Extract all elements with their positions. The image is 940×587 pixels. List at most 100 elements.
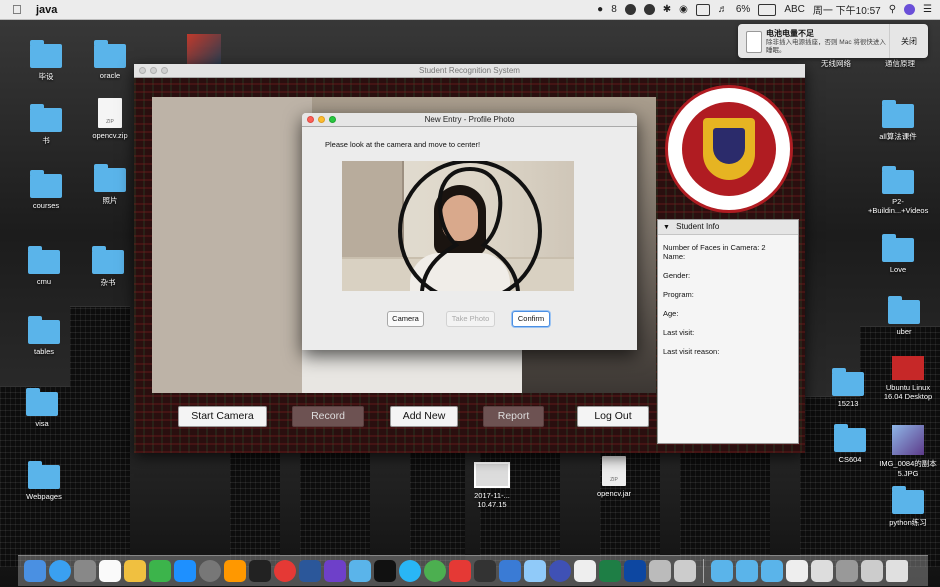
icon-label: 无线网络: [821, 59, 851, 68]
camera-button[interactable]: Camera: [387, 311, 424, 327]
dialog-title: New Entry - Profile Photo: [424, 115, 515, 124]
preview-icon[interactable]: [649, 560, 671, 582]
eclipse-icon[interactable]: [549, 560, 571, 582]
report-button[interactable]: Report: [483, 406, 544, 427]
low-battery-notification[interactable]: 电池电量不足 除非插入电源插座，否则 Mac 将很快进入睡眠。 关闭: [738, 24, 928, 58]
webstorm-icon[interactable]: [474, 560, 496, 582]
java-app-icon[interactable]: [574, 560, 596, 582]
downloads-folder-icon[interactable]: [761, 560, 783, 582]
safari-icon[interactable]: [49, 560, 71, 582]
github-icon[interactable]: [324, 560, 346, 582]
system-preferences-icon[interactable]: [199, 560, 221, 582]
pycharm-icon[interactable]: [249, 560, 271, 582]
desktop-book-image[interactable]: [174, 34, 234, 67]
desktop-folder-uber[interactable]: uber: [874, 296, 934, 336]
recent-image-icon[interactable]: [836, 560, 858, 582]
close-icon[interactable]: [139, 67, 146, 74]
maximize-icon[interactable]: [329, 116, 336, 123]
battery-icon[interactable]: [758, 3, 777, 16]
parallels-dock-icon[interactable]: [449, 560, 471, 582]
desktop-file-opencv-jar[interactable]: opencv.jar: [584, 456, 644, 498]
markdown-icon[interactable]: [399, 560, 421, 582]
recent-doc-icon[interactable]: [861, 560, 883, 582]
notification-close-button[interactable]: 关闭: [889, 24, 928, 58]
desktop-file-opencv-zip[interactable]: opencv.zip: [80, 98, 140, 140]
sublime-text-icon[interactable]: [224, 560, 246, 582]
recent-doc-icon[interactable]: [811, 560, 833, 582]
start-camera-button[interactable]: Start Camera: [178, 406, 267, 427]
siri-icon[interactable]: [904, 4, 916, 15]
take-photo-button[interactable]: Take Photo: [446, 311, 495, 327]
bluetooth-icon[interactable]: ✱: [663, 4, 671, 15]
terminal-icon[interactable]: [374, 560, 396, 582]
facetime-icon[interactable]: [149, 560, 171, 582]
wechat-icon[interactable]: ●: [597, 4, 603, 15]
launchpad-icon[interactable]: [74, 560, 96, 582]
desktop-folder-python[interactable]: python练习: [878, 486, 938, 528]
spotlight-icon[interactable]: ⚲: [889, 4, 896, 15]
desktop-folder-love[interactable]: Love: [868, 234, 928, 274]
log-out-button[interactable]: Log Out: [577, 406, 649, 427]
student-info-header[interactable]: ▼ Student Info: [658, 220, 798, 235]
desktop-folder-suanfa[interactable]: all算法课件: [868, 100, 928, 142]
add-new-button[interactable]: Add New: [390, 406, 458, 427]
xcode-icon[interactable]: [499, 560, 521, 582]
applications-folder-icon[interactable]: [711, 560, 733, 582]
desktop-folder-biyeshe[interactable]: 毕设: [16, 40, 76, 82]
desktop-folder-cs604[interactable]: CS604: [820, 424, 880, 464]
folder-icon: [888, 296, 920, 324]
volume-icon[interactable]: ♬: [718, 4, 728, 15]
maximize-icon[interactable]: [161, 67, 168, 74]
word-icon[interactable]: [299, 560, 321, 582]
trash-icon[interactable]: [886, 560, 908, 582]
app-menu[interactable]: java: [36, 4, 57, 16]
desktop-folder-15213[interactable]: 15213: [818, 368, 878, 408]
desktop-folder-p2[interactable]: P2-+Buildin...+Videos: [868, 166, 928, 215]
baidu-netdisk-icon[interactable]: [349, 560, 371, 582]
script-editor-icon[interactable]: [674, 560, 696, 582]
name-label: Name:: [663, 252, 686, 261]
wechat-icon[interactable]: [424, 560, 446, 582]
gender-label: Gender:: [663, 271, 691, 280]
confirm-button[interactable]: Confirm: [512, 311, 550, 327]
input-method[interactable]: ABC: [784, 4, 805, 15]
app-status-icon[interactable]: [624, 4, 636, 15]
main-window-titlebar[interactable]: Student Recognition System: [134, 64, 805, 78]
dialog-titlebar[interactable]: New Entry - Profile Photo: [302, 113, 637, 127]
desktop-folder-oracle[interactable]: oracle: [80, 40, 140, 80]
desktop-folder-cmu[interactable]: cmu: [14, 246, 74, 286]
desktop-folder-shu[interactable]: 书: [16, 104, 76, 146]
desktop-screenshot[interactable]: 2017-11-... 10.47.15: [462, 462, 522, 509]
close-icon[interactable]: [307, 116, 314, 123]
finder-icon[interactable]: [24, 560, 46, 582]
notification-center-icon[interactable]: ☰: [923, 4, 932, 15]
wireshark-icon[interactable]: [624, 560, 646, 582]
virtualbox-icon[interactable]: [524, 560, 546, 582]
minimize-icon[interactable]: [318, 116, 325, 123]
record-button[interactable]: Record: [292, 406, 364, 427]
clock[interactable]: 周一 下午10:57: [813, 2, 881, 17]
recent-doc-icon[interactable]: [786, 560, 808, 582]
cloud-icon[interactable]: [643, 4, 655, 15]
pages-icon[interactable]: [124, 560, 146, 582]
apple-menu-icon[interactable]: : [12, 2, 24, 17]
desktop-image-img0084[interactable]: IMG_0084的副本 5.JPG: [878, 425, 938, 478]
desktop-folder-tables[interactable]: tables: [14, 316, 74, 356]
minimize-icon[interactable]: [150, 67, 157, 74]
desktop-vm-ubuntu[interactable]: Ubuntu Linux 16.04 Desktop: [878, 356, 938, 401]
disclosure-triangle-icon[interactable]: ▼: [663, 224, 670, 231]
desktop-folder-zhaopian[interactable]: 照片: [80, 164, 140, 206]
notes-icon[interactable]: [99, 560, 121, 582]
desktop-folder-zashu[interactable]: 杂书: [78, 246, 138, 288]
desktop-folder-visa[interactable]: visa: [12, 388, 72, 428]
app-store-icon[interactable]: [174, 560, 196, 582]
wifi-icon[interactable]: ◉: [679, 4, 688, 15]
face-guide-outline-icon: [398, 161, 542, 291]
documents-folder-icon[interactable]: [736, 560, 758, 582]
desktop-folder-webpages[interactable]: Webpages: [14, 461, 74, 501]
excel-icon[interactable]: [599, 560, 621, 582]
chrome-icon[interactable]: [274, 560, 296, 582]
parallels-icon: [892, 356, 924, 380]
airplay-icon[interactable]: [695, 3, 710, 16]
desktop-folder-courses[interactable]: courses: [16, 170, 76, 210]
